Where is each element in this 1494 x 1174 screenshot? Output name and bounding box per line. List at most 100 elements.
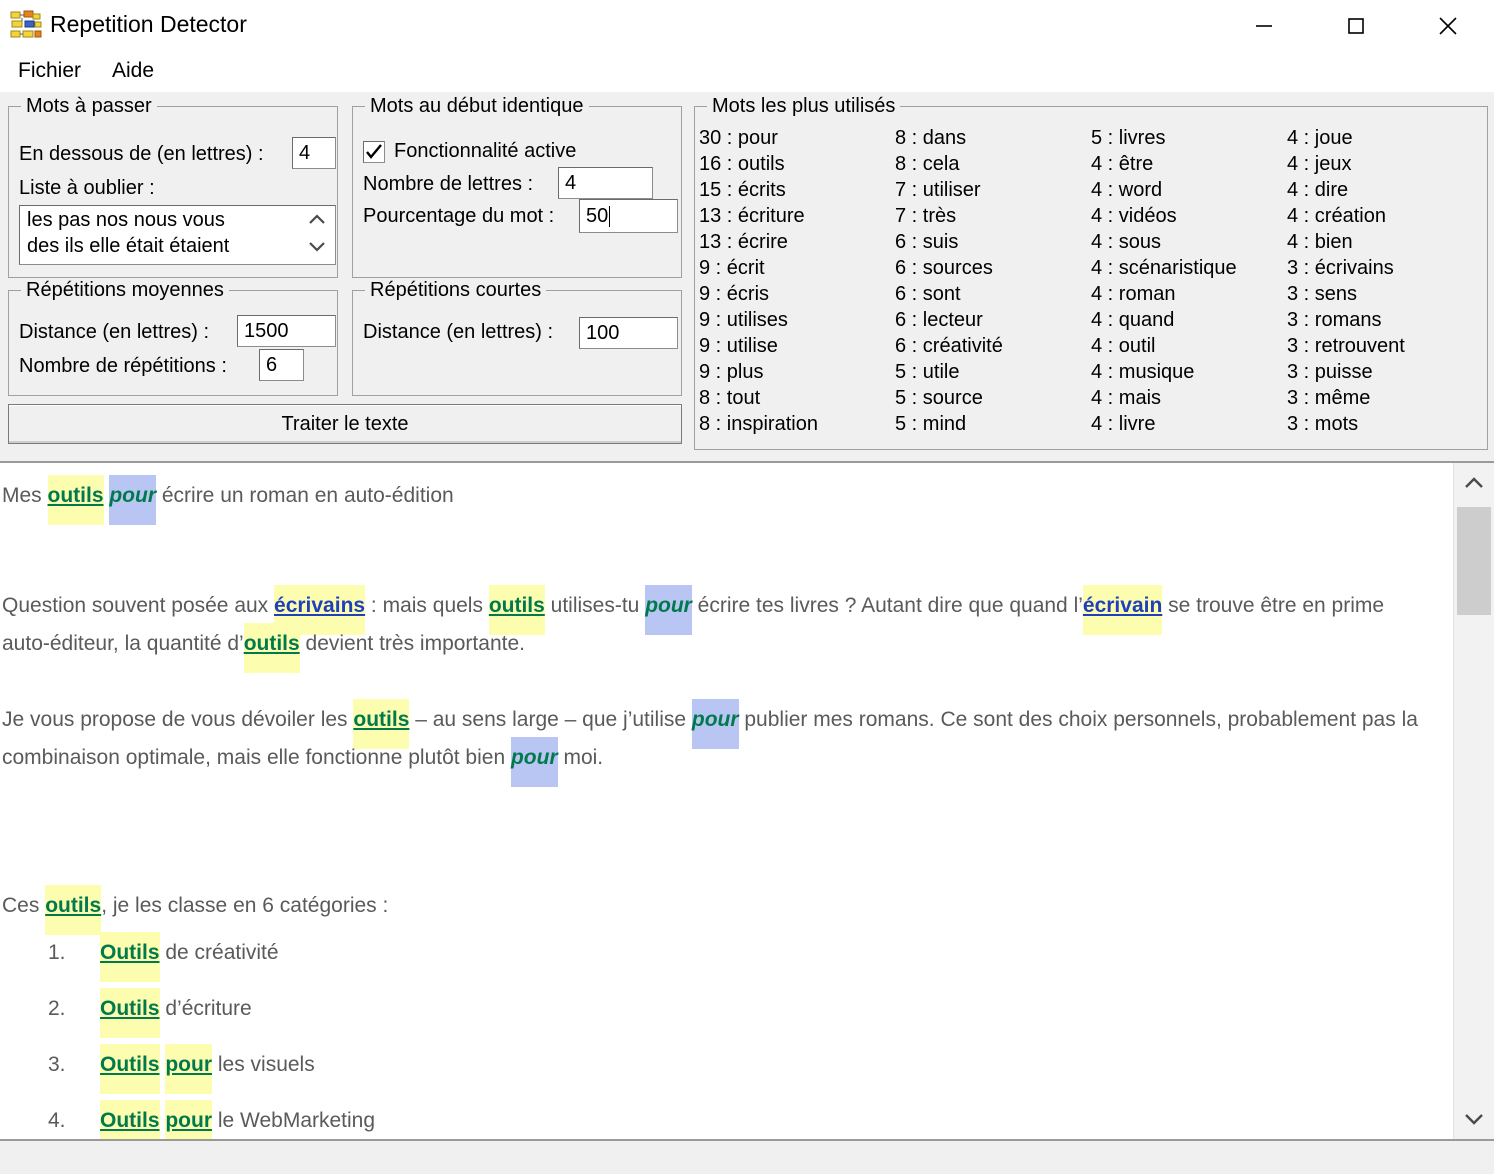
- text-run: Mes: [2, 484, 48, 507]
- chevron-down-icon: [1465, 1114, 1483, 1125]
- scroll-up-button[interactable]: [1454, 463, 1494, 503]
- word-frequency-item: 13 : écrire: [699, 231, 788, 253]
- group-title-mots-a-passer: Mots à passer: [21, 95, 157, 118]
- word-frequency-item: 4 : création: [1287, 205, 1386, 227]
- menu-item-aide[interactable]: Aide: [104, 54, 162, 88]
- repetition-highlight-outils: Outils: [100, 1044, 160, 1094]
- word-frequency-item: 8 : cela: [895, 153, 960, 175]
- input-en-dessous-de[interactable]: 4: [292, 137, 336, 169]
- repetition-highlight-pour: pour: [691, 699, 739, 749]
- text-run: Je vous propose de vous dévoiler les: [2, 708, 354, 731]
- label-en-dessous-de: En dessous de (en lettres) :: [19, 143, 264, 165]
- menu-item-fichier[interactable]: Fichier: [10, 54, 89, 88]
- word-frequency-item: 4 : musique: [1091, 361, 1195, 383]
- repetition-highlight-pour: pour: [109, 475, 157, 525]
- word-frequency-item: 16 : outils: [699, 153, 785, 175]
- repetition-highlight-outils: outils: [353, 699, 410, 749]
- checkbox-fonctionnalite-active[interactable]: [363, 141, 385, 163]
- word-frequency-item: 3 : écrivains: [1287, 257, 1394, 279]
- word-frequency-item: 13 : écriture: [699, 205, 805, 227]
- text-run: d’écriture: [159, 997, 252, 1020]
- group-title-mots-au-debut: Mots au début identique: [365, 95, 589, 118]
- input-pourcentage-du-mot[interactable]: 50: [579, 199, 678, 233]
- group-title-mots-les-plus-utilises: Mots les plus utilisés: [707, 95, 901, 118]
- repetition-highlight-outils: Outils: [100, 1100, 160, 1139]
- group-title-repetitions-moyennes: Répétitions moyennes: [21, 279, 229, 302]
- group-mots-les-plus-utilises: Mots les plus utilisés 30 : pour 16 : out…: [694, 95, 1488, 450]
- repetition-highlight-ecrivain: écrivain: [1082, 585, 1163, 635]
- window-title: Repetition Detector: [50, 11, 247, 37]
- list-item: 2. Outils d’écriture: [0, 981, 1436, 1038]
- vertical-scrollbar[interactable]: [1453, 463, 1494, 1139]
- text-run: , je les classe en 6 catégories :: [101, 894, 389, 917]
- group-repetitions-moyennes: Répétitions moyennes Distance (en lettre…: [8, 279, 338, 396]
- process-text-button[interactable]: Traiter le texte: [8, 404, 682, 444]
- word-frequency-item: 3 : puisse: [1287, 361, 1373, 383]
- label-nombre-de-lettres: Nombre de lettres :: [363, 173, 534, 195]
- document-content: Mes outils pour écrire un roman en auto-…: [0, 463, 1452, 1139]
- word-frequency-column: 4 : joue 4 : jeux 4 : dire 4 : création 4 : …: [1287, 125, 1483, 445]
- word-frequency-item: 4 : vidéos: [1091, 205, 1177, 227]
- word-frequency-item: 8 : dans: [895, 127, 967, 149]
- input-nombre-de-repetitions[interactable]: 6: [259, 349, 304, 381]
- chevron-down-icon[interactable]: [306, 238, 328, 254]
- list-item: les pas nos nous vous: [27, 209, 225, 231]
- repetition-highlight-outils: outils: [243, 623, 300, 673]
- group-mots-au-debut-identique: Mots au début identique Fonctionnalité a…: [352, 95, 682, 278]
- group-mots-a-passer: Mots à passer En dessous de (en lettres)…: [8, 95, 338, 278]
- word-frequency-item: 4 : roman: [1091, 283, 1176, 305]
- menu-bar: Fichier Aide: [0, 52, 1494, 92]
- word-frequency-item: 9 : écrit: [699, 257, 765, 279]
- word-frequency-item: 8 : tout: [699, 387, 761, 409]
- word-frequency-item: 4 : sous: [1091, 231, 1162, 253]
- label-fonctionnalite-active: Fonctionnalité active: [394, 140, 577, 162]
- input-distance-moyennes[interactable]: 1500: [237, 315, 336, 347]
- text-run: de créativité: [159, 941, 279, 964]
- word-frequency-item: 7 : utiliser: [895, 179, 981, 201]
- list-item: des ils elle était étaient: [27, 235, 230, 257]
- close-button[interactable]: [1402, 0, 1494, 52]
- text-run: utilises-tu: [544, 594, 646, 617]
- scrollbar-thumb[interactable]: [1457, 507, 1491, 615]
- document-text-pane[interactable]: Mes outils pour écrire un roman en auto-…: [0, 461, 1494, 1141]
- word-frequency-item: 4 : livre: [1091, 413, 1156, 435]
- listbox-liste-a-oublier[interactable]: les pas nos nous vous des ils elle était…: [19, 205, 336, 265]
- status-bar: [0, 1141, 1494, 1174]
- word-frequency-item: 4 : joue: [1287, 127, 1353, 149]
- chevron-up-icon[interactable]: [306, 212, 328, 228]
- list-item: 1. Outils de créativité: [0, 925, 1436, 982]
- word-frequency-item: 4 : outil: [1091, 335, 1156, 357]
- list-item-number: 1.: [48, 941, 66, 964]
- word-frequency-item: 4 : dire: [1287, 179, 1349, 201]
- word-frequency-columns: 30 : pour 16 : outils 15 : écrits 13 : écri…: [699, 125, 1485, 445]
- scroll-down-button[interactable]: [1454, 1099, 1494, 1139]
- maximize-button[interactable]: [1310, 0, 1402, 52]
- text-run: Ces: [2, 894, 46, 917]
- text-run: devient très importante.: [299, 632, 525, 655]
- list-item-number: 3.: [48, 1053, 66, 1076]
- repetition-highlight-outils: outils: [47, 475, 104, 525]
- repetition-highlight-pour: pour: [510, 737, 558, 787]
- chevron-up-icon: [1465, 477, 1483, 488]
- input-nombre-de-lettres[interactable]: 4: [558, 167, 653, 199]
- document-paragraph-3: Ces outils, je les classe en 6 catégorie…: [0, 885, 1436, 935]
- input-distance-courtes[interactable]: 100: [579, 317, 678, 349]
- title-bar: Repetition Detector: [0, 0, 1494, 52]
- word-frequency-item: 6 : sont: [895, 283, 961, 305]
- minimize-button[interactable]: [1218, 0, 1310, 52]
- minimize-icon: [1256, 25, 1272, 27]
- word-frequency-item: 4 : être: [1091, 153, 1154, 175]
- text-run: – au sens large – que j’utilise: [409, 708, 692, 731]
- word-frequency-item: 6 : sources: [895, 257, 993, 279]
- word-frequency-item: 5 : mind: [895, 413, 967, 435]
- word-frequency-item: 5 : livres: [1091, 127, 1166, 149]
- text-run: le WebMarketing: [212, 1109, 376, 1132]
- word-frequency-column: 8 : dans 8 : cela 7 : utiliser 7 : très 6 : …: [895, 125, 1091, 445]
- list-item-number: 4.: [48, 1109, 66, 1132]
- document-heading-line: Mes outils pour écrire un roman en auto-…: [0, 475, 1436, 525]
- word-frequency-item: 4 : jeux: [1287, 153, 1352, 175]
- word-frequency-column: 5 : livres 4 : être 4 : word 4 : vidéos 4 : …: [1091, 125, 1287, 445]
